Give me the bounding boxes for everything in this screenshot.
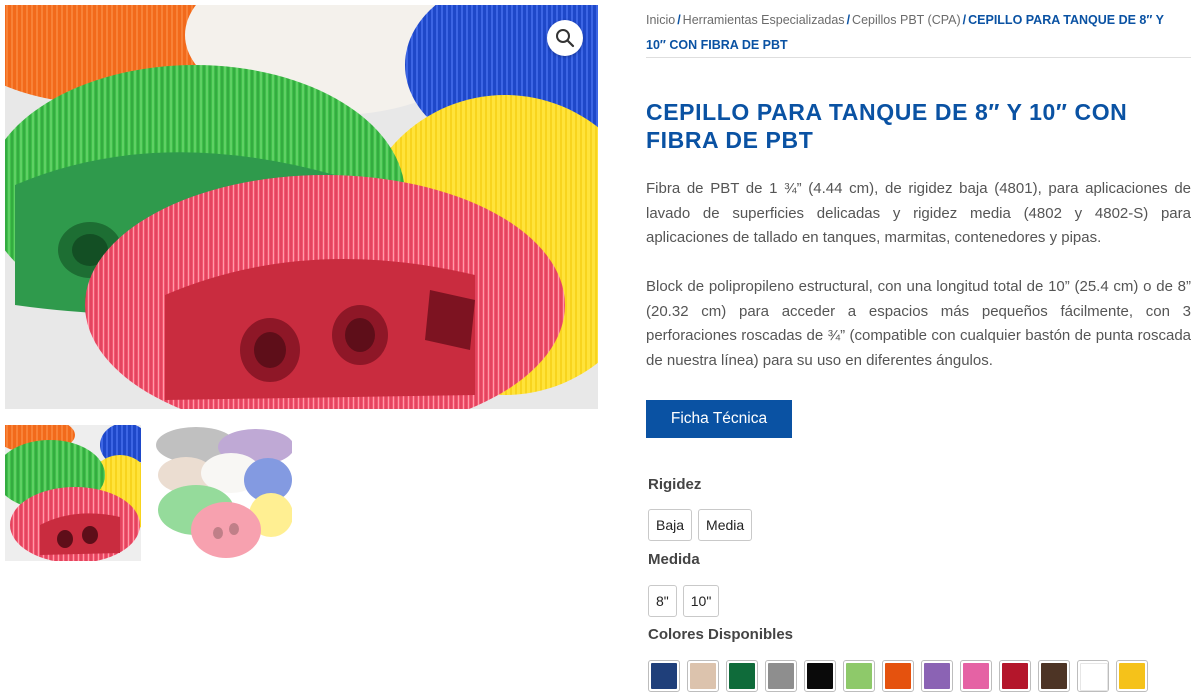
color-swatch-fill: [1041, 663, 1067, 689]
color-swatch-fill: [885, 663, 911, 689]
product-description-1: Fibra de PBT de 1 ¾” (4.44 cm), de rigid…: [646, 180, 1191, 246]
color-swatch-fill: [1002, 663, 1028, 689]
medida-option-8[interactable]: 8": [648, 585, 677, 617]
color-swatch-10[interactable]: [999, 660, 1031, 692]
breadcrumb-separator: /: [677, 13, 681, 27]
color-swatch-3[interactable]: [726, 660, 758, 692]
rigidez-option-media[interactable]: Media: [698, 509, 753, 541]
color-swatch-fill: [1080, 663, 1108, 691]
color-swatch-8[interactable]: [921, 660, 953, 692]
color-swatch-1[interactable]: [648, 660, 680, 692]
color-swatch-2[interactable]: [687, 660, 719, 692]
magnifier-icon: [556, 29, 575, 48]
color-swatch-fill: [1119, 663, 1145, 689]
color-swatch-fill: [807, 663, 833, 689]
thumb-brush-collection: [156, 425, 292, 561]
color-swatch-11[interactable]: [1038, 660, 1070, 692]
rigidez-option-baja[interactable]: Baja: [648, 509, 693, 541]
ficha-tecnica-button[interactable]: Ficha Técnica: [646, 400, 792, 438]
medida-options: 8" 10": [648, 585, 720, 617]
medida-label: Medida: [648, 551, 700, 568]
zoom-button[interactable]: [547, 20, 583, 56]
color-swatch-fill: [690, 663, 716, 689]
color-swatch-4[interactable]: [765, 660, 797, 692]
thumb-tank-brush: [5, 425, 141, 561]
main-product-image[interactable]: [5, 5, 598, 409]
product-description-2: Block de polipropileno estructural, con …: [646, 278, 1191, 369]
color-swatch-fill: [651, 663, 677, 689]
breadcrumb-cepillos-pbt[interactable]: Cepillos PBT (CPA): [852, 13, 961, 27]
breadcrumb-herramientas[interactable]: Herramientas Especializadas: [683, 13, 845, 27]
medida-option-10[interactable]: 10": [682, 585, 720, 617]
color-swatch-fill: [846, 663, 872, 689]
rigidez-options: Baja Media: [648, 509, 753, 541]
breadcrumb-separator: /: [846, 13, 851, 27]
tank-brush-photo: [5, 5, 598, 409]
gallery-thumbnail-2[interactable]: [156, 425, 292, 561]
color-swatch-fill: [768, 663, 794, 689]
breadcrumb-divider: [646, 57, 1191, 58]
rigidez-label: Rigidez: [648, 476, 702, 493]
color-swatch-13[interactable]: [1116, 660, 1148, 692]
color-swatch-fill: [963, 663, 989, 689]
breadcrumb-separator: /: [962, 13, 967, 27]
color-swatch-fill: [729, 663, 755, 689]
color-swatch-12[interactable]: [1077, 660, 1109, 692]
color-swatch-5[interactable]: [804, 660, 836, 692]
color-swatches: [648, 660, 1148, 692]
color-swatch-6[interactable]: [843, 660, 875, 692]
breadcrumb: Inicio / Herramientas Especializadas / Cepil…: [646, 8, 1186, 58]
colores-label: Colores Disponibles: [648, 626, 794, 643]
color-swatch-9[interactable]: [960, 660, 992, 692]
color-swatch-7[interactable]: [882, 660, 914, 692]
product-title: CEPILLO PARA TANQUE DE 8″ Y 10″ CON FIBR…: [646, 99, 1128, 153]
color-swatch-fill: [924, 663, 950, 689]
breadcrumb-inicio[interactable]: Inicio: [646, 13, 675, 27]
gallery-thumbnail-1[interactable]: [5, 425, 141, 561]
